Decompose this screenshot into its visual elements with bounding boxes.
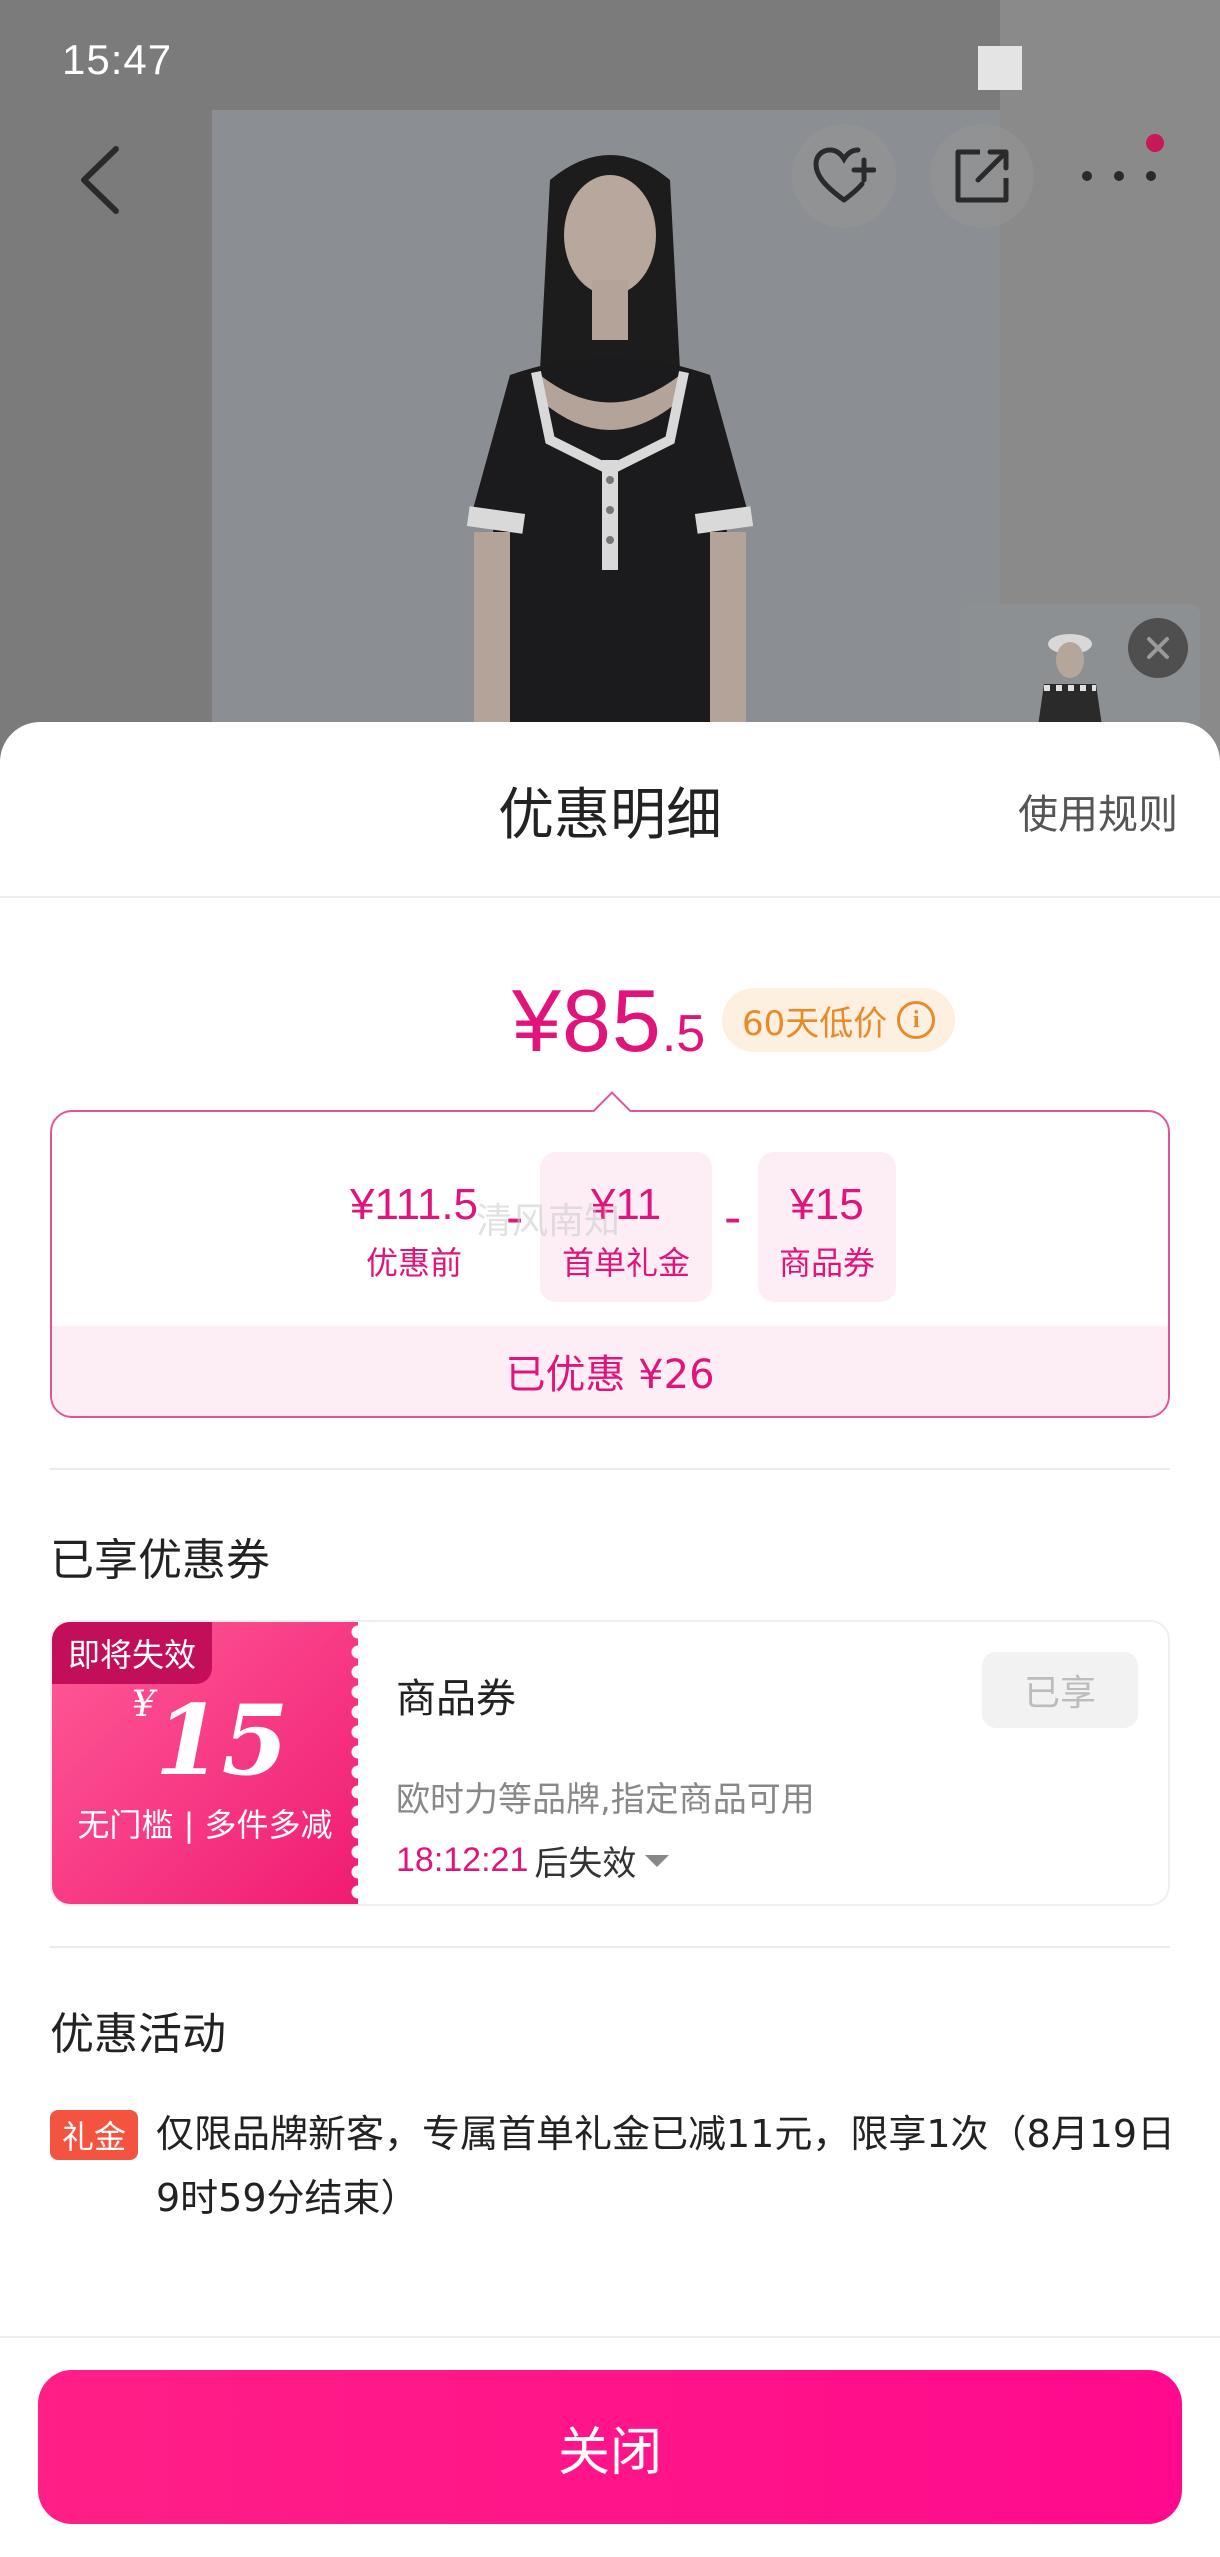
countdown-suffix: 后失效 (534, 1844, 637, 1884)
coupon-name: 商品券 (396, 1676, 516, 1722)
share-button[interactable] (930, 124, 1034, 228)
coupon-description: 欧时力等品牌,指定商品可用 (396, 1780, 815, 1820)
coupons-section-title: 已享优惠券 (50, 1535, 270, 1586)
expiring-soon-tag: 即将失效 (52, 1622, 213, 1684)
favorite-button[interactable] (792, 124, 896, 228)
final-price-decimal: .5 (661, 1005, 706, 1063)
info-icon: i (897, 1001, 936, 1039)
more-dots-icon (1082, 171, 1156, 181)
activities-section-title: 优惠活动 (50, 2009, 226, 2060)
section-divider (50, 1946, 1170, 1948)
section-divider (50, 1468, 1170, 1470)
low-price-badge-label: 60天低价 (742, 1003, 888, 1044)
activity-description: 仅限品牌新客，专属首单礼金已减11元，限享1次（8月19日9时59分结束） (156, 2112, 1176, 2220)
coupon-currency: ¥ (132, 1684, 155, 1725)
share-icon (955, 149, 1009, 203)
minus-operator: - (724, 1190, 742, 1246)
breakdown-product-coupon: ¥15 商品券 (758, 1152, 896, 1302)
final-price-main: ¥85 (512, 971, 662, 1070)
mini-video-close-button[interactable] (1128, 618, 1188, 678)
coupon-perforation (348, 1622, 368, 1904)
low-price-badge[interactable]: 60天低价 i (722, 988, 956, 1052)
sheet-header: 优惠明细 使用规则 (0, 722, 1220, 898)
status-bar: 15:47 (0, 0, 1220, 120)
coupon-condition: 无门槛 | 多件多减 (77, 1806, 333, 1844)
discount-detail-sheet: 优惠明细 使用规则 ¥85.5 60天低价 i ¥111.5 优惠前 - ¥11… (0, 722, 1220, 2557)
status-time: 15:47 (62, 36, 173, 83)
footer-divider (0, 2336, 1220, 2338)
breakdown-pointer (592, 1091, 632, 1131)
gift-cash-tag: 礼金 (50, 2110, 139, 2160)
coupon-value-panel: 即将失效 ¥15 无门槛 | 多件多减 (52, 1622, 368, 1904)
notification-dot (1146, 134, 1164, 152)
close-icon (1147, 637, 1169, 659)
coupon-applied-button[interactable]: 已享 (982, 1652, 1138, 1728)
breakdown-amount: ¥15 (790, 1180, 864, 1229)
close-button[interactable]: 关闭 (38, 2370, 1182, 2524)
status-indicator (978, 46, 1022, 90)
breakdown-label: 首单礼金 (561, 1244, 690, 1282)
chevron-left-icon (81, 146, 119, 214)
caret-down-icon (645, 1854, 670, 1867)
product-backdrop: 15:47 (0, 0, 1220, 760)
breakdown-amount: ¥111.5 (349, 1180, 479, 1229)
coupon-amount: ¥15 (132, 1684, 289, 1797)
coupon-card[interactable]: 即将失效 ¥15 无门槛 | 多件多减 商品券 已享 欧时力等品牌,指定商品可用… (50, 1620, 1170, 1906)
final-price: ¥85.5 (512, 970, 705, 1072)
price-breakdown: ¥111.5 优惠前 - ¥11 首单礼金 - ¥15 商品券 清风南知 已优惠… (50, 1091, 1170, 1418)
breakdown-original-price: ¥111.5 优惠前 (334, 1152, 494, 1302)
coupon-amount-value: 15 (154, 1684, 289, 1797)
usage-rules-link[interactable]: 使用规则 (1018, 782, 1178, 840)
breakdown-label: 商品券 (778, 1244, 875, 1282)
back-button[interactable] (60, 140, 140, 220)
total-discount: 已优惠 ¥26 (52, 1326, 1168, 1416)
countdown-time: 18:12:21 (396, 1841, 529, 1879)
coupon-expiry-timer[interactable]: 18:12:21 后失效 (396, 1836, 672, 1885)
breakdown-label: 优惠前 (365, 1244, 462, 1282)
heart-plus-icon (813, 147, 876, 203)
watermark: 清风南知 (476, 1201, 621, 1242)
product-model-image (466, 155, 754, 760)
